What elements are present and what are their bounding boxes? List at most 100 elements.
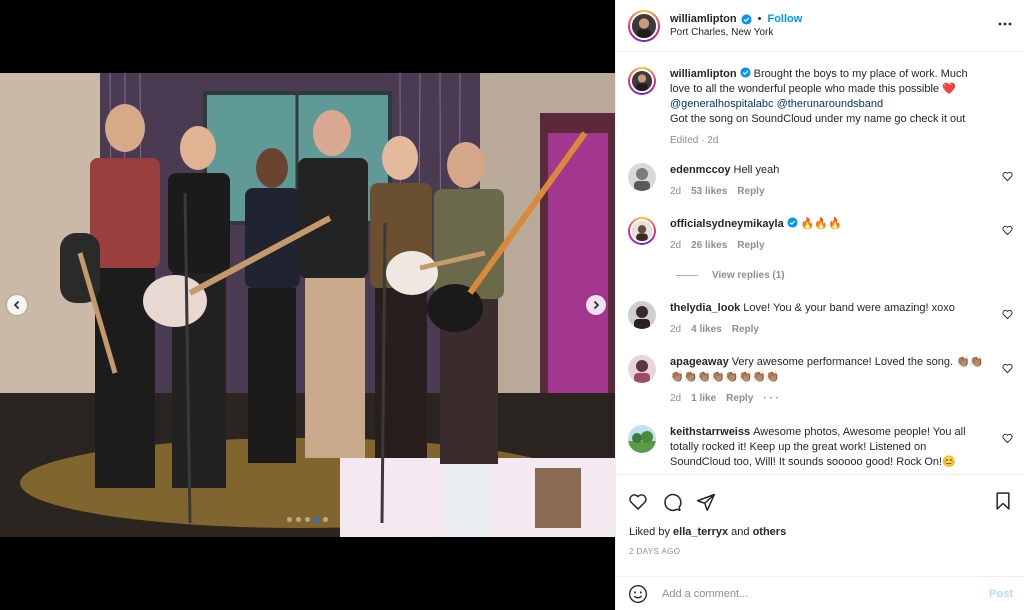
follow-button[interactable]: Follow xyxy=(767,13,802,25)
commenter-avatar[interactable] xyxy=(628,425,656,453)
heart-icon[interactable] xyxy=(1002,225,1013,236)
liked-by-user[interactable]: ella_terryx xyxy=(673,526,728,538)
mention-link[interactable]: @generalhospitalabc xyxy=(670,98,774,110)
comment-item: thelydia_look Love! You & your band were … xyxy=(628,301,1013,337)
reply-button[interactable]: Reply xyxy=(737,184,764,199)
carousel-dot xyxy=(287,517,292,522)
post-actions: Liked by ella_terryx and others 2 DAYS A… xyxy=(616,474,1024,610)
avatar-image xyxy=(628,301,656,329)
bookmark-icon[interactable] xyxy=(993,491,1013,511)
previous-photo-button[interactable] xyxy=(7,295,27,315)
heart-icon[interactable] xyxy=(1002,171,1013,182)
comment-meta: 2d 53 likes Reply xyxy=(670,184,988,199)
comment-item: edenmccoy Hell yeah 2d 53 likes Reply xyxy=(628,163,1013,199)
comment-age: 2d xyxy=(670,393,682,404)
caption-edited-age: Edited · 2d xyxy=(670,135,719,146)
comments-list: williamlipton Brought the boys to my plac… xyxy=(616,53,1024,474)
liked-by-and: and xyxy=(731,526,750,538)
mention-link[interactable]: @therunaroundsband xyxy=(777,98,884,110)
next-photo-button[interactable] xyxy=(586,295,606,315)
caption-body: williamlipton Brought the boys to my plac… xyxy=(670,67,988,148)
comment-author[interactable]: keithstarrweiss xyxy=(670,426,750,438)
commenter-avatar[interactable] xyxy=(628,163,656,191)
avatar-image xyxy=(632,71,652,91)
liked-by-line: Liked by ella_terryx and others xyxy=(629,526,786,538)
comment-meta: 2d 1 like Reply · · · xyxy=(670,391,988,406)
commenter-avatar[interactable] xyxy=(628,217,656,245)
heart-icon[interactable] xyxy=(1002,363,1013,374)
verified-badge-icon xyxy=(787,217,798,228)
comment-text: Hell yeah xyxy=(733,164,780,176)
comment-likes[interactable]: 4 likes xyxy=(691,322,722,337)
comment-age: 2d xyxy=(670,186,682,197)
comment-text: 🔥🔥🔥 xyxy=(800,218,842,230)
comment-item: apageaway Very awesome performance! Loved… xyxy=(628,355,1013,406)
post-header: williamlipton • Follow Port Charles, New… xyxy=(616,0,1024,52)
chevron-left-icon xyxy=(13,300,20,310)
avatar-image xyxy=(632,221,652,241)
carousel-dot xyxy=(305,517,310,522)
comment-composer: Post xyxy=(616,576,1024,610)
comment-body: keithstarrweiss Awesome photos, Awesome p… xyxy=(670,425,988,470)
avatar-image xyxy=(632,13,656,38)
comment-body: officialsydneymikayla 🔥🔥🔥 2d 26 likes Rep… xyxy=(670,217,988,253)
liked-by-prefix: Liked by xyxy=(629,526,670,538)
comment-author[interactable]: edenmccoy xyxy=(670,164,731,176)
carousel-indicator xyxy=(0,517,615,522)
comment-author[interactable]: officialsydneymikayla xyxy=(670,218,784,230)
post-date[interactable]: 2 DAYS AGO xyxy=(629,547,680,556)
reply-button[interactable]: Reply xyxy=(726,391,753,406)
comment-input[interactable] xyxy=(662,588,990,600)
caption-meta: Edited · 2d xyxy=(670,133,988,148)
comment-icon[interactable] xyxy=(662,492,682,512)
caption-author[interactable]: williamlipton xyxy=(670,68,737,80)
comment-author[interactable]: thelydia_look xyxy=(670,302,740,314)
author-username[interactable]: williamlipton xyxy=(670,13,737,25)
comment-meta: 2d 4 likes Reply xyxy=(670,322,988,337)
comment-age: 2d xyxy=(670,324,682,335)
comment-options-button[interactable]: · · · xyxy=(763,391,779,406)
carousel-dot xyxy=(323,517,328,522)
more-horizontal-icon[interactable] xyxy=(997,16,1013,32)
carousel-dot xyxy=(314,517,319,522)
comment-likes[interactable]: 26 likes xyxy=(691,238,727,253)
post-comment-button[interactable]: Post xyxy=(989,588,1013,600)
post-details-pane: williamlipton • Follow Port Charles, New… xyxy=(615,0,1024,610)
comment-likes[interactable]: 53 likes xyxy=(691,184,727,199)
caption-text-2: Got the song on SoundCloud under my name… xyxy=(670,113,966,125)
comment-meta: 2d 26 likes Reply xyxy=(670,238,988,253)
heart-icon[interactable] xyxy=(1002,433,1013,444)
comment-author[interactable]: apageaway xyxy=(670,356,729,368)
comment-likes[interactable]: 1 like xyxy=(691,391,716,406)
reply-button[interactable]: Reply xyxy=(732,322,759,337)
comment-body: edenmccoy Hell yeah 2d 53 likes Reply xyxy=(670,163,988,199)
heart-icon[interactable] xyxy=(1002,309,1013,320)
carousel-dot xyxy=(296,517,301,522)
share-icon[interactable] xyxy=(696,492,716,512)
separator-dot: • xyxy=(757,13,762,25)
instagram-post-dialog: williamlipton • Follow Port Charles, New… xyxy=(0,0,1024,610)
comment-body: thelydia_look Love! You & your band were … xyxy=(670,301,988,337)
verified-badge-icon xyxy=(740,67,751,78)
replies-divider xyxy=(676,275,698,276)
emoji-icon[interactable] xyxy=(628,584,648,604)
comment-age: 2d xyxy=(670,240,682,251)
media-pane xyxy=(0,0,615,610)
post-photo xyxy=(0,73,615,537)
heart-icon[interactable] xyxy=(628,492,648,512)
comment-body: apageaway Very awesome performance! Loved… xyxy=(670,355,988,406)
author-avatar[interactable] xyxy=(628,9,660,42)
post-location[interactable]: Port Charles, New York xyxy=(670,27,802,38)
chevron-right-icon xyxy=(593,300,600,310)
band-photo-illustration xyxy=(0,73,615,537)
caption-avatar[interactable] xyxy=(628,67,656,95)
liked-by-others[interactable]: others xyxy=(753,526,787,538)
reply-button[interactable]: Reply xyxy=(737,238,764,253)
avatar-image xyxy=(628,163,656,191)
comment-item: officialsydneymikayla 🔥🔥🔥 2d 26 likes Rep… xyxy=(628,217,1013,253)
commenter-avatar[interactable] xyxy=(628,301,656,329)
commenter-avatar[interactable] xyxy=(628,355,656,383)
view-replies-button[interactable]: View replies (1) xyxy=(676,270,785,281)
view-replies-label: View replies (1) xyxy=(712,270,785,281)
avatar-image xyxy=(628,355,656,383)
